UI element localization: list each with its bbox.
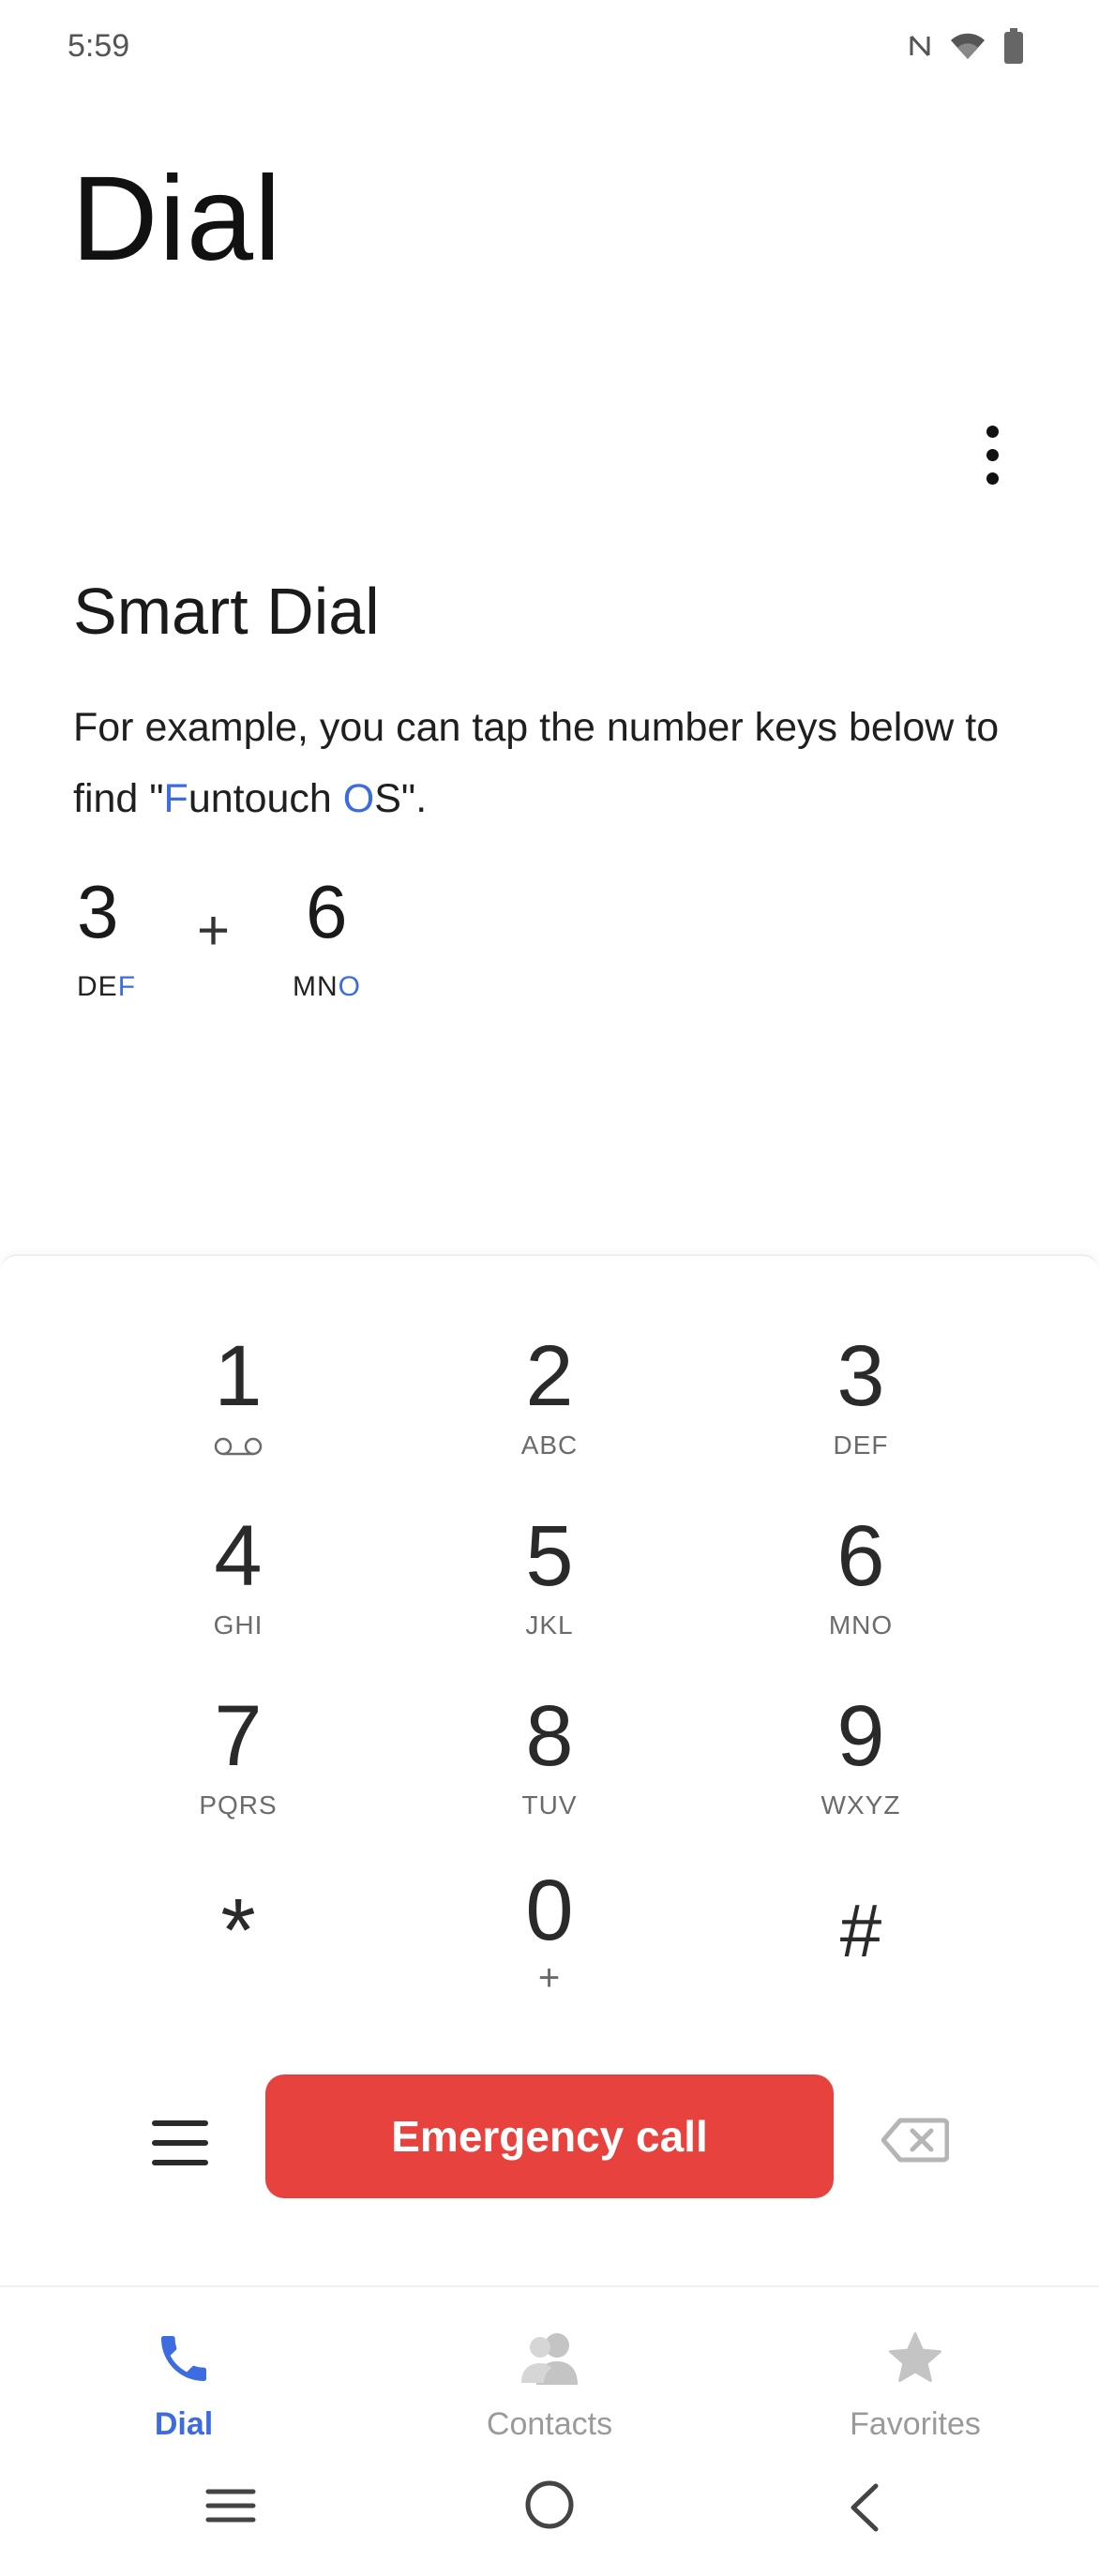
example-digit: 3 (77, 870, 119, 953)
key-3[interactable]: 3 DEF (720, 1329, 1001, 1489)
menu-line (152, 2160, 208, 2165)
key-digit: 5 (525, 1508, 574, 1604)
emergency-call-button[interactable]: Emergency call (265, 2074, 834, 2198)
key-digit: 1 (214, 1328, 263, 1424)
key-letters: TUV (521, 1790, 578, 1820)
key-digit: 2 (525, 1328, 574, 1424)
key-letters: JKL (525, 1610, 574, 1640)
menu-line (152, 2120, 208, 2126)
nfc-icon (908, 31, 932, 61)
nav-dial[interactable]: Dial (71, 2329, 296, 2443)
key-letters: ABC (520, 1430, 579, 1460)
key-6[interactable]: 6 MNO (720, 1509, 1001, 1669)
example-letters: DEF (77, 971, 136, 1003)
example-letters: MNO (293, 971, 361, 1003)
more-vert-icon (986, 425, 999, 438)
nav-label: Contacts (486, 2406, 613, 2442)
example-plus: + (197, 899, 231, 962)
nav-favorites[interactable]: Favorites (803, 2329, 1028, 2443)
status-time: 5:59 (68, 28, 130, 64)
key-digit: 0 (525, 1863, 574, 1958)
example-key-1: 3 DEF (77, 870, 136, 1003)
example-key-2: 6 MNO (293, 870, 361, 1003)
menu-icon[interactable] (152, 2120, 208, 2165)
more-vert-dot (986, 472, 999, 485)
key-5[interactable]: 5 JKL (409, 1509, 690, 1669)
desc-highlight: F (163, 776, 188, 821)
smart-dial-description: For example, you can tap the number keys… (73, 692, 1030, 834)
key-digit: 6 (836, 1508, 885, 1604)
backspace-icon[interactable] (881, 2117, 950, 2168)
contacts-icon (516, 2329, 583, 2393)
status-bar: 5:59 (0, 0, 1099, 94)
wifi-icon (949, 31, 986, 61)
example-letters-plain: MN (293, 971, 339, 1002)
example-letters-highlight: O (338, 971, 361, 1002)
key-digit: 9 (836, 1688, 885, 1784)
nav-contacts[interactable]: Contacts (437, 2329, 662, 2443)
home-icon[interactable] (523, 2479, 576, 2536)
key-hash[interactable]: # (720, 1884, 1001, 2044)
desc-text: S". (374, 776, 428, 821)
example-letters-highlight: F (117, 971, 137, 1002)
smart-dial-title: Smart Dial (73, 575, 380, 648)
key-letters: DEF (833, 1430, 889, 1460)
key-1[interactable]: 1 (98, 1329, 379, 1489)
key-digit: 8 (525, 1688, 574, 1784)
example-digit: 6 (306, 870, 348, 953)
nav-label: Favorites (850, 2406, 981, 2442)
key-0[interactable]: 0 + (409, 1864, 690, 2023)
key-letters: GHI (213, 1610, 263, 1640)
key-2[interactable]: 2 ABC (409, 1329, 690, 1489)
desc-text: untouch (188, 776, 343, 821)
menu-line (152, 2140, 208, 2146)
nav-label: Dial (154, 2406, 214, 2442)
system-nav-bar (0, 2454, 1099, 2576)
page-title: Dial (71, 152, 282, 286)
star-icon (884, 2329, 946, 2393)
key-star[interactable]: * (98, 1884, 379, 2044)
key-digit: 3 (836, 1328, 885, 1424)
key-4[interactable]: 4 GHI (98, 1509, 379, 1669)
key-letters: MNO (828, 1610, 894, 1640)
more-vert-dot (986, 448, 999, 461)
key-letters: PQRS (199, 1790, 278, 1820)
phone-icon (154, 2329, 214, 2393)
example-letters-plain: DE (77, 971, 118, 1002)
key-9[interactable]: 9 WXYZ (720, 1689, 1001, 1849)
key-letters: + (537, 1957, 562, 1999)
back-icon[interactable] (844, 2482, 885, 2538)
key-8[interactable]: 8 TUV (409, 1689, 690, 1849)
key-digit: * (220, 1880, 256, 1981)
key-digit: 4 (214, 1508, 263, 1604)
more-options-button[interactable] (966, 412, 1018, 497)
key-7[interactable]: 7 PQRS (98, 1689, 379, 1849)
voicemail-icon (213, 1436, 263, 1461)
bottom-nav: Dial Contacts Favorites (0, 2285, 1099, 2454)
status-icons (908, 28, 1024, 64)
desc-highlight: O (342, 776, 375, 821)
key-digit: 7 (214, 1688, 263, 1784)
battery-icon (1003, 28, 1024, 64)
key-digit: # (839, 1889, 882, 1972)
key-letters: WXYZ (820, 1790, 901, 1820)
recents-icon[interactable] (204, 2482, 257, 2534)
